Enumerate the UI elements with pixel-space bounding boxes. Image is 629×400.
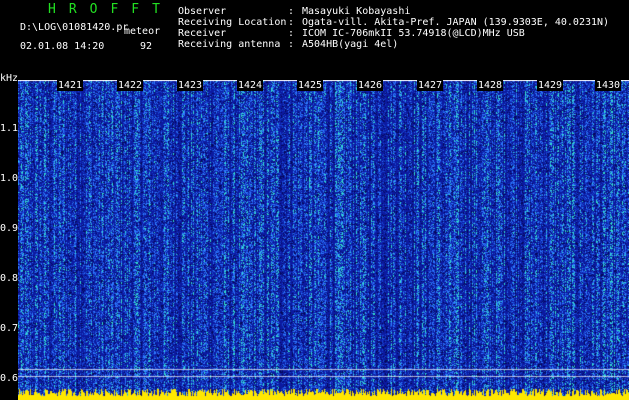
- info-receiver: Receiver: ICOM IC-706mkII 53.74918(@LCD)M…: [178, 28, 525, 39]
- y-unit-label: kHz: [0, 73, 19, 84]
- x-tick-label: 1430: [595, 80, 622, 91]
- info-observer: Observer: Masayuki Kobayashi: [178, 6, 410, 17]
- x-tick-label: 1422: [117, 80, 144, 91]
- hrofft-window: HROFFT D:\LOG\01081420.pr meteor 02.01.0…: [0, 0, 629, 400]
- spectrogram: [18, 80, 629, 400]
- x-tick-label: 1428: [477, 80, 504, 91]
- info-location: Receiving Location: Ogata-vill. Akita-Pre…: [178, 17, 609, 28]
- datetime: 02.01.08 14:20: [20, 41, 105, 52]
- y-tick-label: 0.8: [0, 273, 19, 284]
- x-tick-label: 1426: [357, 80, 384, 91]
- x-tick-label: 1421: [57, 80, 84, 91]
- info-value: A504HB(yagi 4el): [302, 39, 399, 50]
- x-tick-label: 1429: [537, 80, 564, 91]
- info-antenna: Receiving antenna: A504HB(yagi 4el): [178, 39, 398, 50]
- info-sep: :: [288, 6, 295, 17]
- info-value: Masayuki Kobayashi: [302, 6, 411, 17]
- y-tick-label: 0.7: [0, 323, 19, 334]
- info-value: Ogata-vill. Akita-Pref. JAPAN (139.9303E…: [302, 17, 610, 28]
- x-tick-label: 1424: [237, 80, 264, 91]
- info-sep: :: [288, 39, 295, 50]
- y-tick-label: 1.0: [0, 173, 19, 184]
- info-label: Receiving Location: [178, 17, 287, 28]
- app-title: HROFFT: [48, 2, 173, 17]
- info-value: ICOM IC-706mkII 53.74918(@LCD)MHz USB: [302, 28, 525, 39]
- info-sep: :: [288, 28, 295, 39]
- y-tick-label: 1.1: [0, 123, 19, 134]
- log-path: D:\LOG\01081420.pr: [20, 22, 129, 33]
- x-tick-label: 1425: [297, 80, 324, 91]
- info-label: Observer: [178, 6, 227, 17]
- mode-label: meteor: [124, 26, 161, 37]
- x-tick-label: 1427: [417, 80, 444, 91]
- x-tick-label: 1423: [177, 80, 204, 91]
- info-label: Receiver: [178, 28, 227, 39]
- y-tick-label: 0.6: [0, 373, 19, 384]
- count-label: 92: [140, 41, 153, 52]
- info-label: Receiving antenna: [178, 39, 281, 50]
- y-tick-label: 0.9: [0, 223, 19, 234]
- info-sep: :: [288, 17, 295, 28]
